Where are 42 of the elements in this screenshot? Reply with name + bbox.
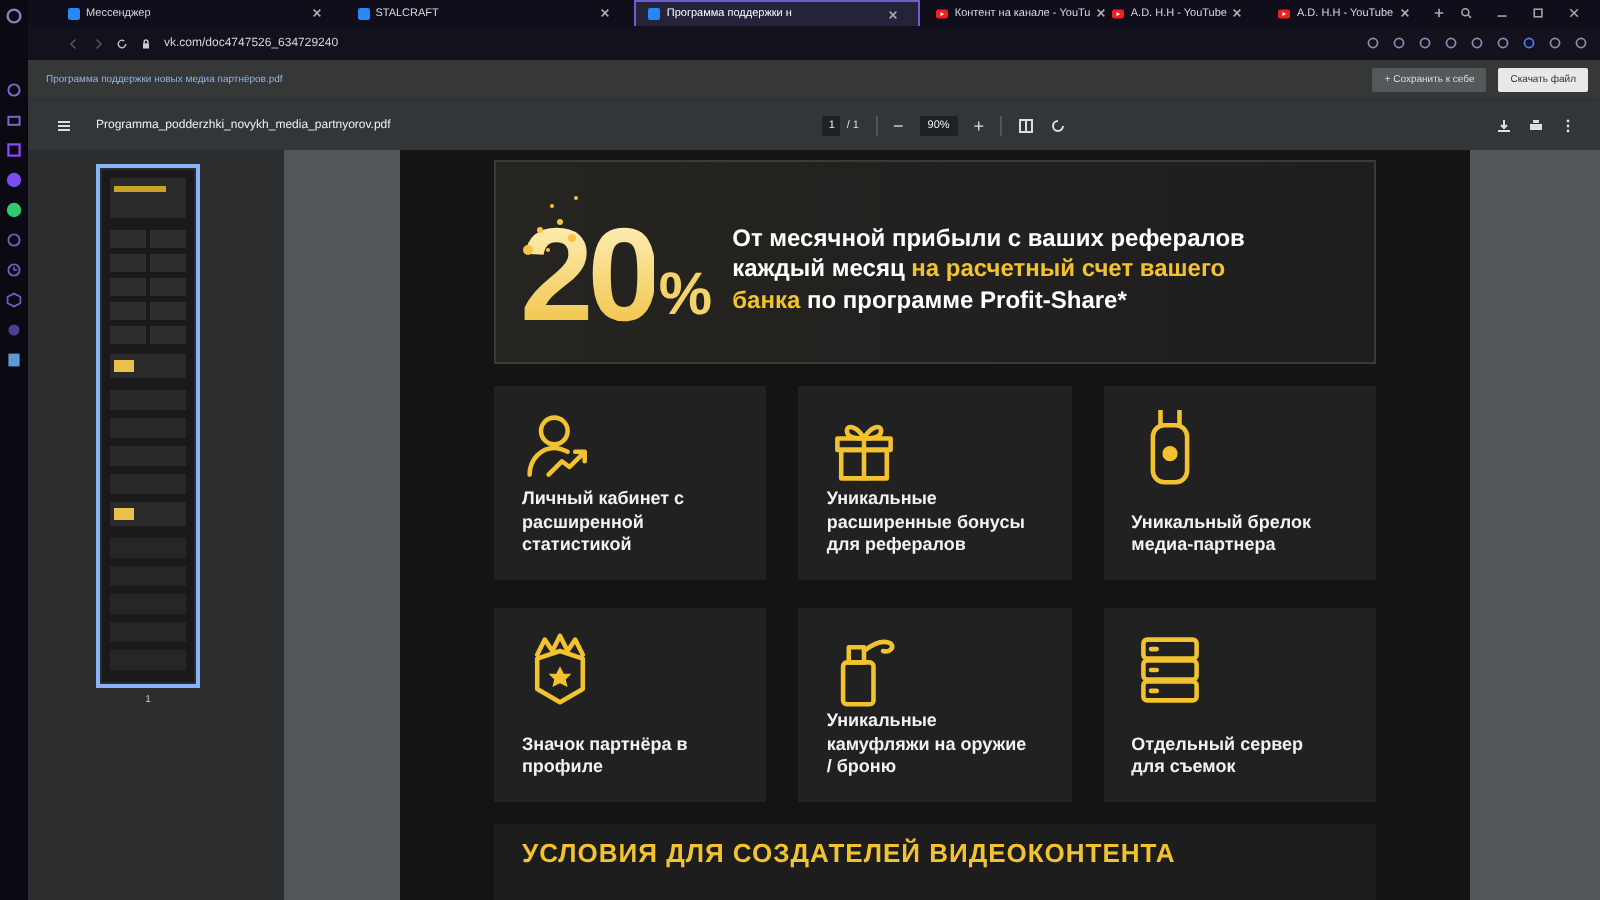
fit-page-icon[interactable] <box>1018 117 1035 133</box>
close-icon[interactable] <box>1567 6 1580 20</box>
feature-label: Уникальные камуфляжи на оружие / броню <box>826 710 1027 778</box>
feature-label: Уникальные расширенные бонусы для рефералов <box>826 488 1027 556</box>
site-icon <box>648 8 661 20</box>
feature-label: Уникальный брелок медиа-партнера <box>1131 511 1313 556</box>
lock-icon <box>140 37 152 49</box>
back-icon[interactable] <box>68 37 80 49</box>
close-icon[interactable] <box>311 8 322 18</box>
close-icon[interactable] <box>600 8 611 18</box>
feature-label: Личный кабинет с расширенной статистикой <box>522 488 687 556</box>
cube-icon[interactable] <box>6 292 22 308</box>
close-icon[interactable] <box>1399 8 1410 18</box>
zoom-in-button[interactable]: + <box>973 115 985 135</box>
browser-logo-icon[interactable] <box>6 8 22 24</box>
play-icon <box>1112 7 1125 19</box>
site-icon <box>68 7 80 19</box>
feature-label: Отдельный сервер для съемок <box>1131 733 1305 778</box>
rotate-icon[interactable] <box>1050 117 1067 133</box>
banner-text: От месячной прибыли с ваших рефералов каждый месяц на расчетный счет вашего банка по программе Profit-Share* <box>732 223 1247 317</box>
close-icon[interactable] <box>1232 8 1243 18</box>
feature-label: Значок партнёра в профиле <box>522 733 690 778</box>
play-icon <box>936 7 949 19</box>
zoom-out-button[interactable]: − <box>893 115 904 135</box>
close-icon[interactable] <box>1096 8 1107 18</box>
play-icon <box>1278 7 1291 19</box>
percent-sign: % <box>658 262 713 330</box>
print-icon[interactable] <box>1528 117 1544 133</box>
site-icon <box>357 7 370 19</box>
page-thumbnail-drawing[interactable] <box>96 164 200 688</box>
reload-icon[interactable] <box>116 37 128 49</box>
phone-chat-icon[interactable] <box>6 202 22 218</box>
search-icon[interactable] <box>1459 6 1472 20</box>
menu-icon[interactable] <box>56 117 72 133</box>
clock-icon[interactable] <box>6 262 22 278</box>
messenger-icon[interactable] <box>6 172 22 188</box>
forward-icon[interactable] <box>92 37 104 49</box>
download-icon[interactable] <box>1496 117 1512 133</box>
section-heading: УСЛОВИЯ ДЛЯ СОЗДАТЕЛЕЙ ВИДЕОКОНТЕНТА <box>522 838 1176 868</box>
add-tab-icon[interactable] <box>1433 8 1444 18</box>
close-icon[interactable] <box>888 9 899 19</box>
maximize-icon[interactable] <box>1531 6 1544 20</box>
